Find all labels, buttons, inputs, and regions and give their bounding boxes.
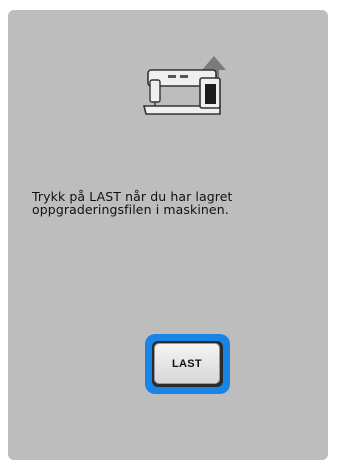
sewing-machine-upgrade-icon [142,52,232,120]
upgrade-screen: Trykk på LAST når du har lagret oppgrade… [8,10,328,460]
instruction-text: Trykk på LAST når du har lagret oppgrade… [32,189,233,217]
load-button-highlight: LAST [145,334,230,394]
load-button-label: LAST [154,343,220,384]
load-button[interactable]: LAST [152,341,223,387]
